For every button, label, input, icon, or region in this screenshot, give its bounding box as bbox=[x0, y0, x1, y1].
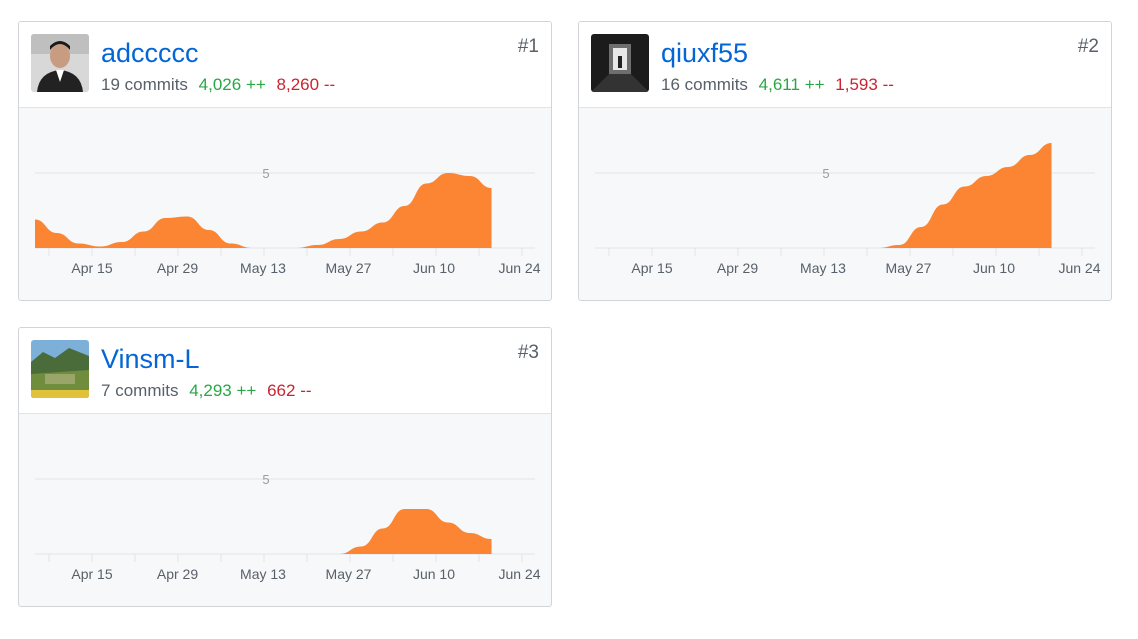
x-tick-label: Apr 15 bbox=[71, 566, 112, 582]
commit-stats: 7 commits 4,293 ++ 662 -- bbox=[101, 380, 312, 402]
avatar[interactable] bbox=[591, 34, 649, 92]
commit-label: commits bbox=[124, 75, 188, 94]
y-tick-label: 5 bbox=[262, 166, 269, 181]
deletions: 662 -- bbox=[267, 381, 312, 400]
x-tick-label: Apr 29 bbox=[157, 566, 198, 582]
y-tick-label: 5 bbox=[822, 166, 829, 181]
additions: 4,611 ++ bbox=[758, 75, 825, 94]
card-header: adccccc 19 commits 4,026 ++ 8,260 -- #1 bbox=[19, 22, 551, 108]
commit-area bbox=[595, 143, 1052, 248]
x-tick-label: Jun 10 bbox=[413, 260, 455, 276]
commit-area bbox=[35, 173, 492, 248]
commit-stats: 16 commits 4,611 ++ 1,593 -- bbox=[661, 74, 894, 96]
x-tick-label: May 27 bbox=[326, 566, 372, 582]
username-link[interactable]: adccccc bbox=[101, 36, 199, 70]
x-tick-label: Jun 24 bbox=[498, 566, 540, 582]
deletions: 8,260 -- bbox=[276, 75, 336, 94]
card-header: qiuxf55 16 commits 4,611 ++ 1,593 -- #2 bbox=[579, 22, 1111, 108]
x-tick-label: May 13 bbox=[800, 260, 846, 276]
x-tick-label: Apr 29 bbox=[157, 260, 198, 276]
contributor-card: adccccc 19 commits 4,026 ++ 8,260 -- #1 … bbox=[18, 21, 552, 301]
rank-badge: #3 bbox=[517, 342, 539, 363]
commit-activity-chart: 5 Apr 15 Apr 29 May 13 May 27 Jun 10 Jun 24 bbox=[35, 472, 541, 582]
commit-area bbox=[35, 509, 492, 554]
x-tick-label: May 13 bbox=[240, 260, 286, 276]
x-tick-label: Apr 29 bbox=[717, 260, 758, 276]
commit-count[interactable]: 7 bbox=[101, 381, 110, 400]
x-tick-label: May 27 bbox=[326, 260, 372, 276]
commit-stats: 19 commits 4,026 ++ 8,260 -- bbox=[101, 74, 335, 96]
avatar[interactable] bbox=[31, 34, 89, 92]
commit-activity-chart: 5 Apr 15 Apr 29 May 13 May 27 Jun 10 Jun 24 bbox=[595, 143, 1101, 276]
commit-count[interactable]: 19 bbox=[101, 75, 120, 94]
x-tick-label: Apr 15 bbox=[71, 260, 112, 276]
rank-badge: #1 bbox=[517, 36, 539, 57]
rank-badge: #2 bbox=[1077, 36, 1099, 57]
username-link[interactable]: Vinsm-L bbox=[101, 342, 200, 376]
commit-activity-chart: 5 Apr 15 Apr 29 May 13 May 27 Jun 10 Jun 24 bbox=[35, 166, 541, 276]
avatar[interactable] bbox=[31, 340, 89, 398]
card-header: Vinsm-L 7 commits 4,293 ++ 662 -- #3 bbox=[19, 328, 551, 414]
x-tick-label: Jun 10 bbox=[973, 260, 1015, 276]
contributor-card: Vinsm-L 7 commits 4,293 ++ 662 -- #3 5 Ap… bbox=[18, 327, 552, 607]
additions: 4,293 ++ bbox=[189, 381, 257, 400]
contributor-card: qiuxf55 16 commits 4,611 ++ 1,593 -- #2 … bbox=[578, 21, 1112, 301]
x-tick-label: May 13 bbox=[240, 566, 286, 582]
x-tick-label: May 27 bbox=[886, 260, 932, 276]
commit-label: commits bbox=[115, 381, 179, 400]
x-tick-label: Apr 15 bbox=[631, 260, 672, 276]
deletions: 1,593 -- bbox=[835, 75, 894, 94]
commit-label: commits bbox=[684, 75, 748, 94]
commit-count[interactable]: 16 bbox=[661, 75, 680, 94]
username-link[interactable]: qiuxf55 bbox=[661, 36, 748, 70]
x-tick-label: Jun 24 bbox=[1058, 260, 1100, 276]
x-tick-label: Jun 24 bbox=[498, 260, 540, 276]
x-tick-label: Jun 10 bbox=[413, 566, 455, 582]
additions: 4,026 ++ bbox=[198, 75, 266, 94]
y-tick-label: 5 bbox=[262, 472, 269, 487]
